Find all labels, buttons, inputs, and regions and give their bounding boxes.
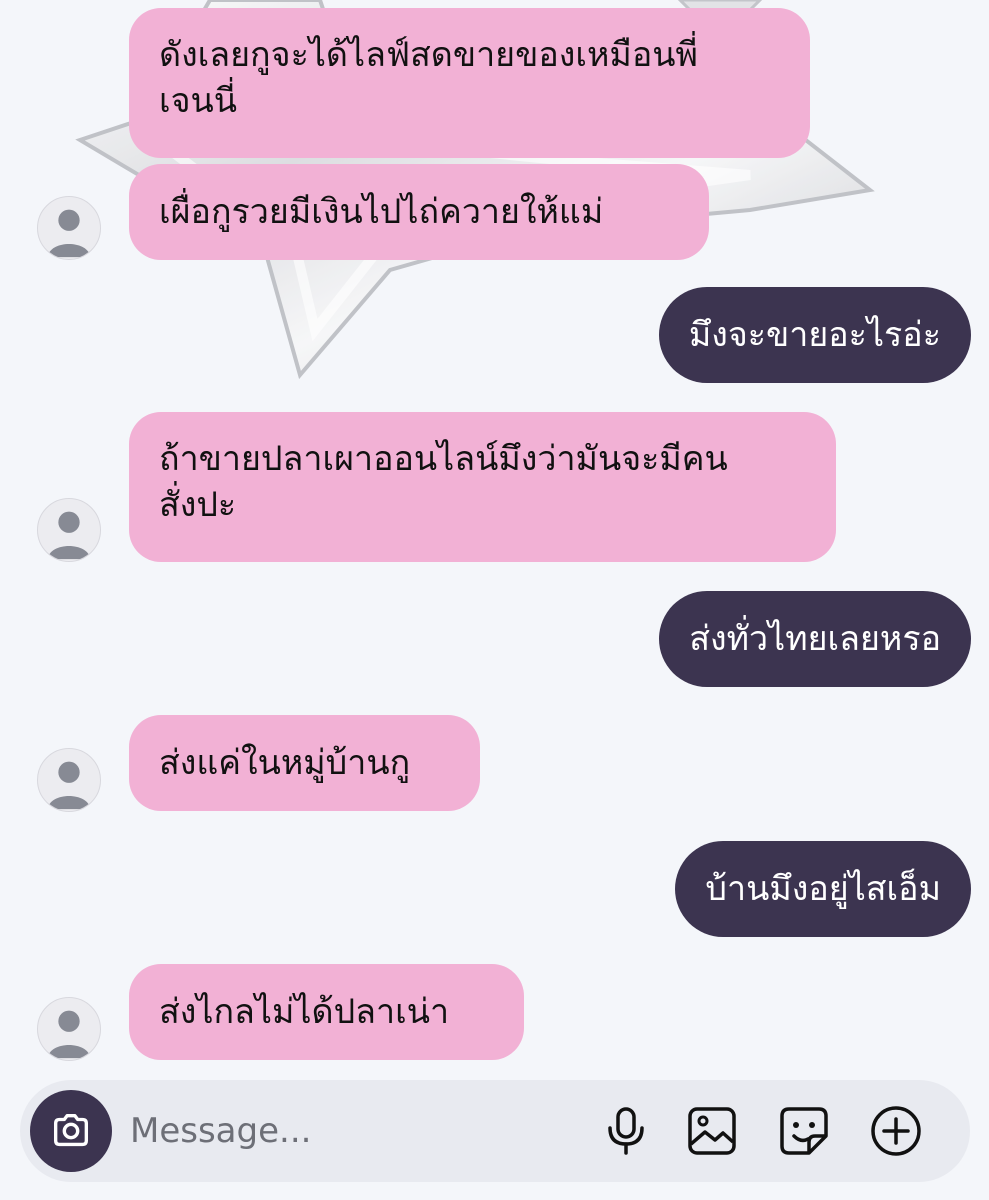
sticker-icon	[780, 1107, 828, 1155]
default-avatar-icon	[47, 761, 91, 810]
message-text: ส่งแค่ในหมู่บ้านกู	[159, 743, 411, 783]
message-text: บ้านมึงอยู่ไสเอ็ม	[705, 869, 941, 909]
incoming-message-bubble[interactable]: เผื่อกูรวยมีเงินไปไถ่ควายให้แม่	[129, 164, 709, 260]
message-text-line: เจนนี่	[159, 81, 238, 121]
outgoing-message-bubble[interactable]: มึงจะขายอะไรอ่ะ	[658, 287, 971, 383]
incoming-message-bubble[interactable]: ส่งไกลไม่ได้ปลาเน่า	[129, 964, 524, 1060]
gallery-button[interactable]	[686, 1105, 738, 1157]
contact-avatar[interactable]	[37, 748, 101, 812]
incoming-message-bubble[interactable]: ถ้าขายปลาเผาออนไลน์มึงว่ามันจะมีคน สั่งป…	[129, 412, 836, 562]
voice-message-button[interactable]	[600, 1105, 652, 1157]
default-avatar-icon	[47, 209, 91, 258]
default-avatar-icon	[47, 511, 91, 560]
more-options-button[interactable]	[870, 1105, 922, 1157]
gallery-icon	[688, 1107, 736, 1155]
sticker-button[interactable]	[778, 1105, 830, 1157]
message-text: ส่งทั่วไทยเลยหรอ	[689, 619, 941, 659]
incoming-message-bubble[interactable]: ส่งแค่ในหมู่บ้านกู	[129, 715, 480, 811]
default-avatar-icon	[47, 1010, 91, 1059]
camera-icon	[53, 1113, 89, 1147]
contact-avatar[interactable]	[37, 196, 101, 260]
camera-button[interactable]	[30, 1090, 112, 1172]
microphone-icon	[608, 1107, 644, 1155]
message-text: มึงจะขายอะไรอ่ะ	[688, 315, 941, 355]
message-text: ส่งไกลไม่ได้ปลาเน่า	[159, 992, 450, 1032]
message-text: เผื่อกูรวยมีเงินไปไถ่ควายให้แม่	[159, 192, 604, 232]
message-text-line: ถ้าขายปลาเผาออนไลน์มึงว่ามันจะมีคน	[159, 439, 728, 479]
message-text-line: ดังเลยกูจะได้ไลฟ์สดขายของเหมือนพี่	[159, 35, 698, 75]
message-composer	[20, 1080, 970, 1182]
contact-avatar[interactable]	[37, 997, 101, 1061]
contact-avatar[interactable]	[37, 498, 101, 562]
message-text-line: สั่งปะ	[159, 485, 237, 525]
plus-icon	[871, 1106, 921, 1156]
message-input[interactable]	[130, 1104, 570, 1158]
outgoing-message-bubble[interactable]: บ้านมึงอยู่ไสเอ็ม	[675, 841, 971, 937]
incoming-message-bubble[interactable]: ดังเลยกูจะได้ไลฟ์สดขายของเหมือนพี่ เจนนี…	[129, 8, 810, 158]
outgoing-message-bubble[interactable]: ส่งทั่วไทยเลยหรอ	[659, 591, 971, 687]
